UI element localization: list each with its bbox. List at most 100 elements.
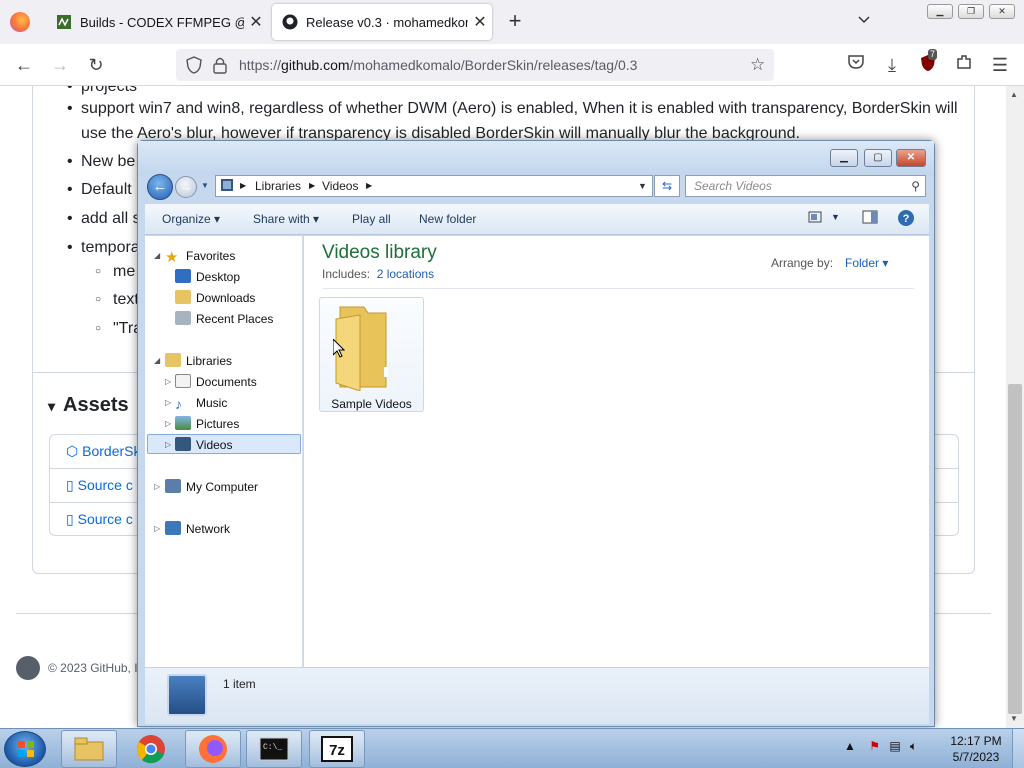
nav-recent-places[interactable]: Recent Places	[175, 309, 273, 329]
nav-music[interactable]: ♪ Music	[175, 393, 227, 413]
breadcrumb-libraries[interactable]: Libraries	[255, 176, 301, 196]
reload-icon[interactable]: ↻	[84, 53, 108, 77]
downloads-icon[interactable]: ⤓	[880, 53, 904, 77]
file-list-pane[interactable]: Videos library Includes: 2 locations Arr…	[304, 236, 929, 667]
breadcrumb-arrow-icon[interactable]: ▶	[366, 176, 372, 196]
close-tab-icon[interactable]: ✕	[244, 10, 268, 34]
taskbar-firefox[interactable]	[185, 730, 241, 768]
collapse-arrow-icon[interactable]: ▷	[165, 377, 171, 386]
change-view-icon[interactable]	[808, 210, 822, 227]
expand-arrow-icon[interactable]: ◢	[154, 356, 160, 365]
share-with-button[interactable]: Share with ▾	[253, 212, 319, 226]
list-all-tabs-icon[interactable]	[854, 12, 874, 32]
nav-favorites[interactable]: ★ Favorites	[165, 246, 235, 266]
bookmark-star-icon[interactable]: ☆	[750, 55, 765, 75]
forward-icon[interactable]: →	[48, 53, 72, 77]
tracking-protection-icon[interactable]	[186, 56, 202, 79]
back-icon[interactable]: ←	[12, 53, 36, 77]
clock-time[interactable]: 12:17 PM	[946, 734, 1006, 748]
assets-heading[interactable]: Assets	[48, 394, 129, 417]
nav-pictures[interactable]: Pictures	[175, 414, 239, 434]
restore-button[interactable]: ❐	[958, 4, 984, 19]
breadcrumb-arrow-icon[interactable]: ▶	[240, 176, 246, 196]
close-button[interactable]: ✕	[896, 149, 926, 167]
back-button[interactable]: ←	[147, 174, 173, 200]
page-scrollbar[interactable]: ▲ ▼	[1006, 86, 1024, 728]
videos-icon	[175, 437, 191, 451]
url-bar[interactable]: https://github.com/mohamedkomalo/BorderS…	[176, 49, 774, 81]
taskbar-7zip[interactable]: 7z	[309, 730, 365, 768]
asset-link[interactable]: ▯ Source c	[66, 511, 133, 528]
asset-link[interactable]: ⬡ BorderSk	[66, 443, 140, 460]
recent-pages-icon[interactable]: ▼	[201, 181, 209, 190]
nav-libraries[interactable]: Libraries	[165, 351, 232, 371]
help-icon[interactable]: ?	[897, 209, 915, 230]
search-icon[interactable]: ⚲	[911, 176, 920, 196]
tab-borderskin-release[interactable]: Release v0.3 · mohamedkomalo/BorderSkin …	[272, 4, 492, 40]
nav-downloads[interactable]: Downloads	[175, 288, 255, 308]
taskbar-explorer[interactable]	[61, 730, 117, 768]
network-tray-icon[interactable]: ▤	[889, 739, 900, 753]
minimize-button[interactable]: ▁	[830, 149, 858, 167]
search-input[interactable]: Search Videos ⚲	[685, 175, 926, 197]
start-button[interactable]	[4, 731, 46, 767]
browser-tab-bar: Builds - CODEX FFMPEG @ gyan.dev ✕ Relea…	[0, 0, 1024, 44]
scroll-down-icon[interactable]: ▼	[1010, 714, 1018, 723]
scrollbar-thumb[interactable]	[1008, 384, 1022, 714]
taskbar-chrome[interactable]	[123, 730, 179, 768]
action-center-icon[interactable]: ⚑	[869, 739, 880, 753]
play-all-button[interactable]: Play all	[352, 212, 391, 226]
minimize-button[interactable]: ▁	[927, 4, 953, 19]
nav-network[interactable]: Network	[165, 519, 230, 539]
breadcrumb-arrow-icon[interactable]: ▶	[309, 176, 315, 196]
nav-desktop[interactable]: Desktop	[175, 267, 240, 287]
arrange-by-label: Arrange by:	[771, 256, 834, 270]
breadcrumb-videos[interactable]: Videos	[322, 176, 358, 196]
app-menu-icon[interactable]: ☰	[988, 53, 1012, 77]
volume-icon[interactable]: 🔈︎	[910, 739, 917, 753]
arrange-by-dropdown[interactable]: Folder ▾	[845, 256, 888, 270]
scroll-up-icon[interactable]: ▲	[1010, 90, 1018, 99]
show-hidden-icons-icon[interactable]: ▲	[844, 739, 856, 753]
nav-my-computer[interactable]: My Computer	[165, 477, 258, 497]
ffmpeg-icon	[56, 14, 72, 30]
address-dropdown-icon[interactable]: ▼	[638, 176, 647, 196]
window-title-bar[interactable]	[138, 141, 934, 175]
taskbar-cmd[interactable]: C:\_	[246, 730, 302, 768]
locations-link[interactable]: 2 locations	[377, 267, 434, 281]
collapse-arrow-icon[interactable]: ▷	[165, 398, 171, 407]
clock-date[interactable]: 5/7/2023	[946, 750, 1006, 764]
forward-button[interactable]: →	[175, 176, 197, 198]
github-logo-icon[interactable]	[16, 656, 40, 680]
close-tab-icon[interactable]: ✕	[468, 10, 492, 34]
collapse-arrow-icon[interactable]: ▷	[165, 440, 171, 449]
new-tab-button[interactable]: +	[504, 10, 526, 34]
release-note-subitem: me	[95, 263, 135, 281]
lock-icon[interactable]	[213, 56, 227, 79]
pocket-icon[interactable]	[844, 53, 868, 77]
browser-nav-bar: ← → ↻ https://github.com/mohamedkomalo/B…	[0, 44, 1024, 86]
view-options-icon[interactable]: ▼	[831, 212, 840, 222]
url-text: https://github.com/mohamedkomalo/BorderS…	[239, 57, 638, 73]
ublock-icon[interactable]: 7	[916, 49, 940, 77]
close-button[interactable]: ✕	[989, 4, 1015, 19]
firefox-menu-icon[interactable]	[10, 12, 30, 32]
preview-pane-icon[interactable]	[862, 210, 878, 227]
address-bar[interactable]: ▶ Libraries ▶ Videos ▶ ▼	[215, 175, 653, 197]
7zip-icon: 7z	[321, 736, 353, 762]
expand-arrow-icon[interactable]: ◢	[154, 251, 160, 260]
refresh-icon[interactable]: ⇆	[654, 175, 680, 197]
nav-documents[interactable]: Documents	[175, 372, 257, 392]
organize-button[interactable]: Organize ▾	[162, 212, 220, 226]
collapse-arrow-icon[interactable]: ▷	[154, 482, 160, 491]
extensions-icon[interactable]	[952, 53, 976, 77]
maximize-button[interactable]: ▢	[864, 149, 892, 167]
release-note-item: add all s	[67, 206, 140, 231]
new-folder-button[interactable]: New folder	[419, 212, 476, 226]
nav-videos[interactable]: Videos	[175, 435, 232, 455]
collapse-arrow-icon[interactable]: ▷	[165, 419, 171, 428]
collapse-arrow-icon[interactable]: ▷	[154, 524, 160, 533]
asset-link[interactable]: ▯ Source c	[66, 477, 133, 494]
tab-ffmpeg-builds[interactable]: Builds - CODEX FFMPEG @ gyan.dev ✕	[46, 4, 268, 40]
show-desktop-button[interactable]	[1012, 729, 1024, 768]
